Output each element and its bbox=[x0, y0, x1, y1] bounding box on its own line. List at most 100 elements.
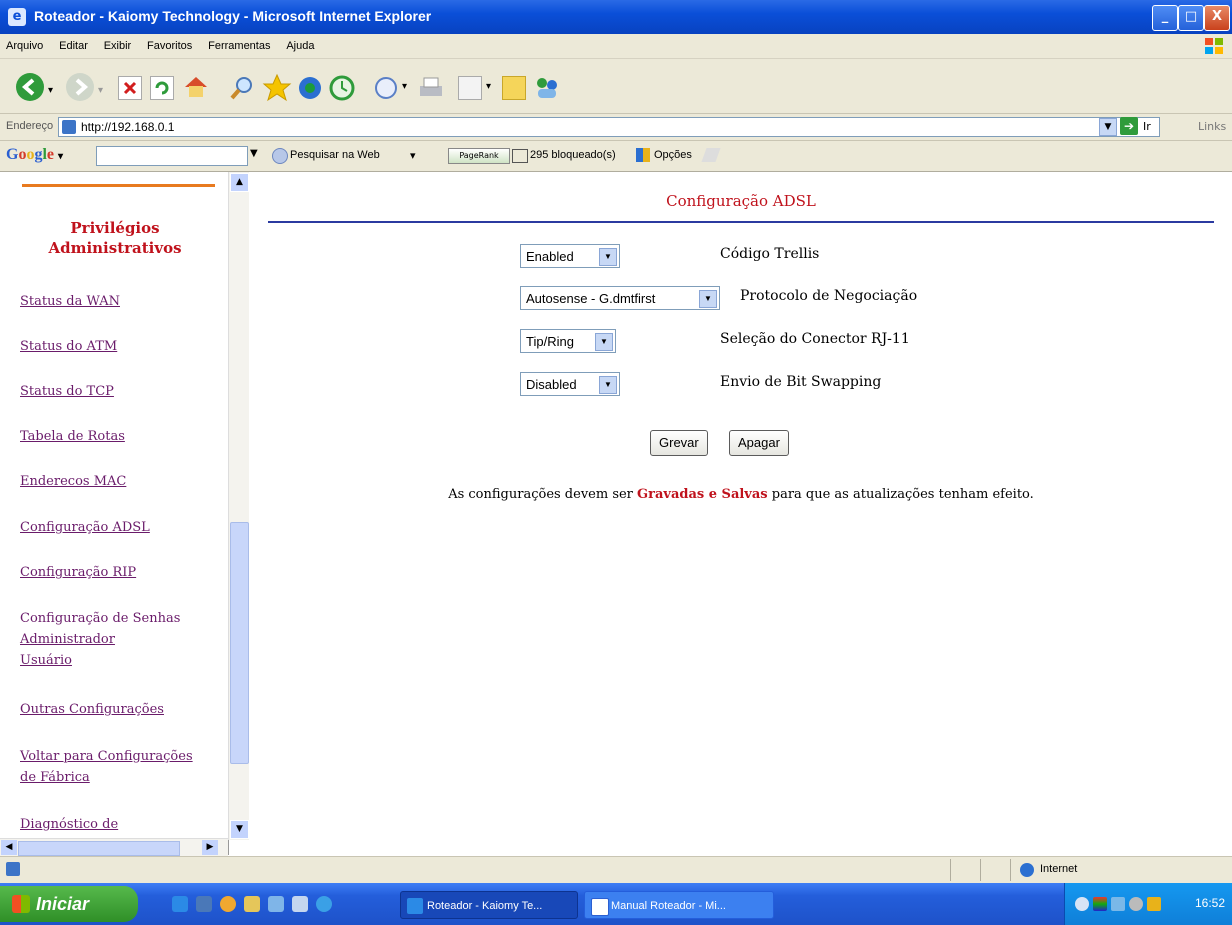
forward-icon[interactable] bbox=[66, 73, 94, 101]
quicklaunch-document-icon[interactable] bbox=[292, 896, 308, 912]
menu-ferramentas[interactable]: Ferramentas bbox=[202, 34, 276, 58]
chevron-down-icon[interactable]: ▼ bbox=[599, 248, 617, 266]
save-notice: As configurações devem ser Gravadas e Sa… bbox=[448, 487, 1034, 502]
scroll-up-icon[interactable]: ▲ bbox=[230, 173, 249, 192]
search-web-dropdown-icon[interactable]: ▾ bbox=[410, 149, 416, 162]
address-field[interactable]: http://192.168.0.1 ▼ bbox=[58, 117, 1160, 137]
discuss-icon[interactable] bbox=[502, 76, 526, 100]
title-rule bbox=[268, 221, 1214, 223]
search-icon[interactable] bbox=[228, 74, 256, 105]
back-icon[interactable] bbox=[16, 73, 44, 101]
sidebar-item-diagnostic[interactable]: Diagnóstico de bbox=[20, 815, 118, 835]
sidebar-item-factory-reset[interactable]: Voltar para Configurações bbox=[20, 747, 193, 767]
scroll-right-icon[interactable]: ▶ bbox=[202, 840, 218, 855]
back-dropdown-icon[interactable]: ▾ bbox=[48, 85, 53, 96]
maximize-button[interactable]: □ bbox=[1178, 5, 1204, 31]
google-search-input[interactable] bbox=[96, 146, 248, 166]
tray-volume-icon[interactable] bbox=[1129, 897, 1143, 911]
quicklaunch-media-icon[interactable] bbox=[220, 896, 236, 912]
clear-button[interactable]: Apagar bbox=[729, 430, 789, 456]
home-icon[interactable] bbox=[182, 74, 210, 103]
print-icon[interactable] bbox=[416, 74, 446, 105]
page-icon bbox=[62, 120, 76, 134]
edit-dropdown-icon[interactable]: ▾ bbox=[486, 81, 491, 92]
links-button[interactable]: Links bbox=[1198, 120, 1226, 133]
mail-icon[interactable] bbox=[372, 74, 400, 105]
history-icon[interactable] bbox=[328, 74, 356, 105]
sidebar-vertical-scrollbar[interactable]: ▲ ▼ bbox=[228, 172, 249, 840]
window-title: Roteador - Kaiomy Technology - Microsoft… bbox=[34, 8, 432, 24]
minimize-button[interactable]: _ bbox=[1152, 5, 1178, 31]
sidebar-item-mac-addresses[interactable]: Enderecos MAC bbox=[20, 472, 126, 492]
menu-arquivo[interactable]: Arquivo bbox=[0, 34, 49, 58]
rj11-connector-select[interactable]: Tip/Ring ▼ bbox=[520, 329, 616, 353]
quicklaunch-ie-icon[interactable] bbox=[172, 896, 188, 912]
address-dropdown-icon[interactable]: ▼ bbox=[1099, 118, 1117, 136]
menu-exibir[interactable]: Exibir bbox=[98, 34, 138, 58]
quicklaunch-app-icon[interactable] bbox=[316, 896, 332, 912]
close-button[interactable]: X bbox=[1204, 5, 1230, 31]
search-web-button[interactable]: Pesquisar na Web bbox=[290, 149, 380, 161]
tray-network-icon[interactable] bbox=[1111, 897, 1125, 911]
ie-icon: e bbox=[8, 8, 26, 26]
quicklaunch-folder-icon[interactable] bbox=[244, 896, 260, 912]
menu-favoritos[interactable]: Favoritos bbox=[141, 34, 198, 58]
trellis-select[interactable]: Enabled ▼ bbox=[520, 244, 620, 268]
quicklaunch-outlook-icon[interactable] bbox=[196, 896, 212, 912]
forward-dropdown-icon[interactable]: ▾ bbox=[98, 85, 103, 96]
edit-icon[interactable] bbox=[458, 76, 482, 100]
sidebar-item-route-table[interactable]: Tabela de Rotas bbox=[20, 427, 125, 447]
sidebar-item-status-tcp[interactable]: Status do TCP bbox=[20, 382, 114, 402]
chevron-down-icon[interactable]: ▼ bbox=[599, 376, 617, 394]
address-url[interactable]: http://192.168.0.1 bbox=[81, 120, 174, 134]
scroll-thumb[interactable] bbox=[230, 522, 249, 764]
sidebar-horizontal-scrollbar[interactable]: ◀ ▶ bbox=[0, 838, 228, 857]
tray-user-icon[interactable] bbox=[1147, 897, 1161, 911]
highlight-icon[interactable] bbox=[701, 148, 721, 162]
messenger-icon[interactable] bbox=[532, 73, 562, 106]
mail-dropdown-icon[interactable]: ▾ bbox=[402, 81, 407, 92]
refresh-icon[interactable] bbox=[150, 76, 174, 100]
stop-icon[interactable] bbox=[118, 76, 142, 100]
scroll-down-icon[interactable]: ▼ bbox=[230, 820, 249, 839]
sidebar-item-adsl-config[interactable]: Configuração ADSL bbox=[20, 518, 150, 538]
chevron-down-icon[interactable]: ▼ bbox=[595, 333, 613, 351]
google-search-dropdown-icon[interactable]: ▼ bbox=[250, 148, 258, 159]
negotiation-protocol-select[interactable]: Autosense - G.dmtfirst ▼ bbox=[520, 286, 720, 310]
chevron-down-icon[interactable]: ▼ bbox=[699, 290, 717, 308]
go-icon[interactable]: ➔ bbox=[1120, 117, 1138, 135]
save-button[interactable]: Grevar bbox=[650, 430, 708, 456]
status-divider bbox=[950, 859, 951, 881]
favorites-icon[interactable] bbox=[262, 73, 292, 106]
task-roteador[interactable]: Roteador - Kaiomy Te... bbox=[400, 891, 578, 919]
sidebar-item-other-settings[interactable]: Outras Configurações bbox=[20, 700, 164, 720]
tray-app-icon[interactable] bbox=[1093, 897, 1107, 911]
horizontal-scroll-thumb[interactable] bbox=[18, 841, 180, 856]
page-status-icon bbox=[6, 862, 20, 876]
sidebar-item-admin-password[interactable]: Administrador bbox=[20, 630, 115, 650]
start-button[interactable]: Iniciar bbox=[0, 886, 138, 922]
tray-info-icon[interactable] bbox=[1075, 897, 1089, 911]
sidebar-item-rip-config[interactable]: Configuração RIP bbox=[20, 563, 136, 583]
google-logo[interactable]: Google ▾ bbox=[6, 146, 63, 164]
task-manual[interactable]: Manual Roteador - Mi... bbox=[584, 891, 774, 919]
quicklaunch-desktop-icon[interactable] bbox=[268, 896, 284, 912]
scroll-left-icon[interactable]: ◀ bbox=[1, 840, 17, 855]
sidebar-item-factory-reset-line2[interactable]: de Fábrica bbox=[20, 768, 90, 788]
menu-editar[interactable]: Editar bbox=[53, 34, 94, 58]
sidebar-item-status-atm[interactable]: Status do ATM bbox=[20, 337, 117, 357]
system-tray: 16:52 bbox=[1064, 883, 1232, 925]
blocked-count[interactable]: 295 bloqueado(s) bbox=[530, 149, 616, 161]
sidebar-item-status-wan[interactable]: Status da WAN bbox=[20, 292, 120, 312]
pagerank-indicator[interactable]: PageRank bbox=[448, 148, 510, 164]
go-button[interactable]: Ir bbox=[1143, 120, 1151, 133]
media-icon[interactable] bbox=[296, 74, 324, 105]
sidebar-passwords-heading: Configuração de Senhas bbox=[20, 611, 181, 626]
sidebar-item-user-password[interactable]: Usuário bbox=[20, 651, 72, 671]
page-title: Configuração ADSL bbox=[666, 192, 816, 210]
bit-swapping-select[interactable]: Disabled ▼ bbox=[520, 372, 620, 396]
menu-ajuda[interactable]: Ajuda bbox=[280, 34, 320, 58]
sidebar-frame: Privilégios Administrativos Status da WA… bbox=[0, 172, 229, 855]
ie-task-icon bbox=[407, 898, 423, 914]
options-button[interactable]: Opções bbox=[654, 149, 692, 161]
